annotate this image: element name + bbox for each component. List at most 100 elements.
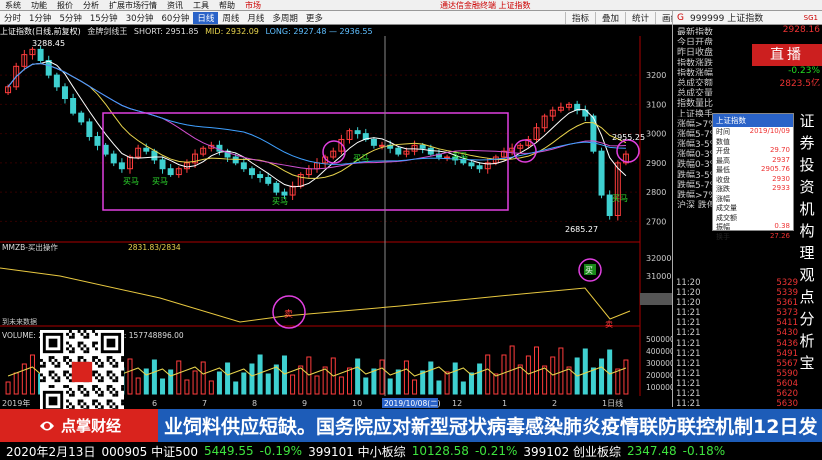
qr-finder	[48, 338, 58, 348]
qr-module	[97, 373, 101, 377]
qr-module	[100, 393, 104, 397]
qr-module	[115, 376, 119, 380]
menu-item[interactable]: 系统	[0, 0, 26, 11]
popup-label: 成交额	[716, 213, 737, 222]
period-tab[interactable]: 1分钟	[25, 12, 55, 24]
qr-module	[106, 370, 110, 374]
qr-module	[77, 356, 81, 359]
period-tab[interactable]: 15分钟	[86, 12, 122, 24]
quote-label: 指数涨跌	[677, 58, 714, 66]
menu-item[interactable]: 扩展市场行情	[104, 0, 162, 11]
period-tab[interactable]: 30分钟	[122, 12, 158, 24]
qr-module	[109, 361, 113, 365]
qr-module	[106, 399, 110, 403]
tick-time: 11:21	[676, 358, 701, 369]
qr-module	[115, 361, 119, 365]
menu-item[interactable]: 报价	[52, 0, 78, 11]
live-button[interactable]: 直播	[752, 44, 822, 66]
period-tab[interactable]: 5分钟	[55, 12, 85, 24]
candle	[354, 130, 361, 135]
quote-row: 总成交额 2823.5亿	[673, 76, 822, 86]
qr-module	[112, 402, 116, 406]
qr-module	[121, 387, 124, 391]
period-tab[interactable]: 多周期	[268, 12, 302, 24]
qr-module	[77, 399, 81, 403]
qr-module	[57, 379, 61, 383]
date-tick: 1	[502, 399, 507, 408]
menu-item[interactable]: 工具	[188, 0, 214, 11]
quote-label: 跌幅>7%	[677, 191, 717, 199]
candle	[143, 147, 150, 152]
qr-module	[54, 364, 58, 368]
qr-module	[121, 358, 124, 362]
qr-module	[77, 341, 81, 345]
quote-label: 指数涨幅	[677, 68, 714, 76]
toolbar-button[interactable]: 指标	[564, 11, 595, 24]
qr-module	[112, 358, 116, 362]
menu-item[interactable]: 帮助	[214, 0, 240, 11]
qr-module	[121, 370, 124, 374]
qr-module	[92, 385, 96, 388]
indicator-info: 上证指数(日线,前复权) 金牌剑线王 SHORT: 2951.85 MID: 2…	[0, 26, 373, 36]
period-tab[interactable]: 日线	[193, 11, 219, 24]
period-tab[interactable]: 60分钟	[158, 12, 194, 24]
qr-module	[77, 330, 81, 333]
qr-module	[68, 373, 72, 377]
volume-bar	[428, 361, 434, 395]
tick-time: 11:20	[676, 278, 701, 288]
qr-module	[106, 356, 110, 359]
popup-row: 振幅 0.38	[713, 222, 793, 232]
qr-code	[40, 330, 124, 414]
qr-module	[71, 405, 75, 409]
period-tab[interactable]: 月线	[243, 12, 268, 24]
volume-bar	[371, 368, 377, 395]
qr-module	[95, 405, 98, 409]
period-tab[interactable]: 分时	[0, 12, 25, 24]
qr-module	[83, 350, 87, 354]
popup-row: 时间 2019/10/09	[713, 127, 793, 137]
volume-tick: 200000	[646, 371, 672, 380]
qr-module	[77, 344, 81, 348]
qr-module	[66, 361, 69, 365]
qr-module	[95, 370, 98, 374]
qr-module	[57, 364, 61, 368]
sub1-value: 2831.83/2834	[128, 243, 181, 252]
toolbar-button[interactable]: 统计	[624, 11, 655, 24]
menu-item[interactable]: 分析	[78, 0, 104, 11]
qr-module	[66, 390, 69, 394]
menu-item[interactable]: 市场	[240, 0, 266, 11]
date-tick: 6	[152, 399, 157, 408]
menu-item[interactable]: 功能	[26, 0, 52, 11]
qr-module	[83, 393, 87, 397]
qr-module	[68, 364, 72, 368]
qr-module	[100, 364, 104, 368]
qr-module	[48, 385, 52, 388]
qr-module	[95, 390, 98, 394]
tick-row: 11:21 5620	[672, 389, 802, 399]
date-tick: 10	[352, 399, 362, 408]
qr-module	[57, 361, 61, 365]
qr-module	[115, 405, 119, 409]
menu-item[interactable]: 资讯	[162, 0, 188, 11]
cursor-date: 2019/10/08(二)	[384, 399, 441, 408]
toolbar-button[interactable]: 叠加	[594, 11, 625, 24]
banner-char: 宝	[799, 354, 815, 372]
period-tab[interactable]: 更多	[302, 12, 327, 24]
qr-module	[48, 373, 52, 377]
logo-text: 点掌财经	[60, 417, 121, 435]
date-tick: 9	[302, 399, 307, 408]
volume-bar	[233, 381, 239, 395]
qr-module	[100, 405, 104, 409]
qr-module	[77, 387, 81, 391]
banner-char: 机	[799, 200, 815, 218]
volume-bar	[582, 348, 588, 395]
popup-label: 数值	[716, 137, 730, 146]
popup-row: 成交量	[713, 203, 793, 213]
qr-module	[63, 373, 67, 377]
qr-module	[66, 370, 69, 374]
qr-module	[86, 335, 90, 339]
popup-row: 开盘 29.70	[713, 146, 793, 156]
qr-module	[66, 347, 69, 351]
qr-module	[97, 379, 101, 383]
period-tab[interactable]: 周线	[218, 12, 243, 24]
